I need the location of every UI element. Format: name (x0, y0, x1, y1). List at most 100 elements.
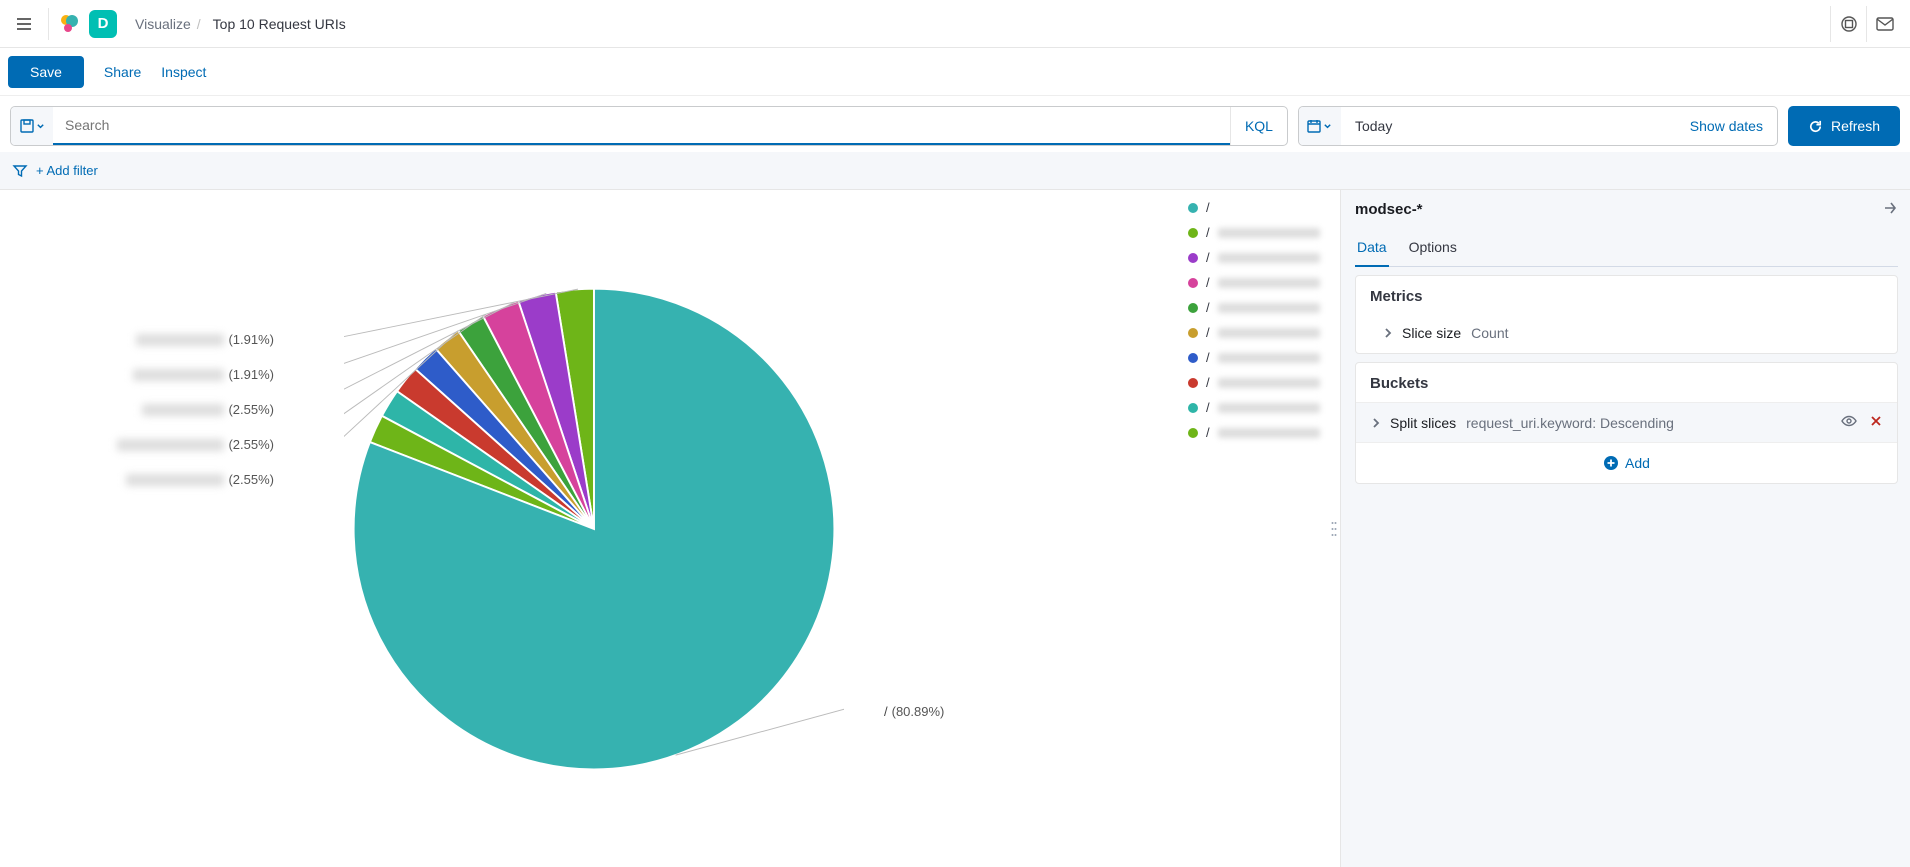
inspect-link[interactable]: Inspect (161, 64, 206, 80)
filter-bar: + Add filter (0, 152, 1910, 190)
metric-row[interactable]: Slice size Count (1356, 315, 1897, 353)
legend-label-redacted (1218, 228, 1320, 238)
legend-item[interactable]: / (1188, 200, 1320, 215)
refresh-button[interactable]: Refresh (1788, 106, 1900, 146)
expand-metric-button[interactable] (1382, 327, 1394, 339)
legend-label-redacted (1218, 253, 1320, 263)
legend-label-prefix: / (1206, 225, 1210, 240)
legend-label-prefix: / (1206, 325, 1210, 340)
main-area: Kifarunix *NIXTIPS & TUTORIALS (1.91%)(1… (0, 190, 1910, 867)
show-dates-link[interactable]: Show dates (1676, 107, 1777, 145)
add-bucket-button[interactable]: Add (1356, 442, 1897, 483)
editor-sidebar: modsec-* Data Options Metrics Slice size… (1340, 190, 1910, 867)
legend-color-dot (1188, 278, 1198, 288)
legend-label-prefix: / (1206, 425, 1210, 440)
chevron-down-icon (36, 122, 45, 131)
chart-legend: / / / / / / / / / / (1188, 190, 1328, 867)
date-range-label[interactable]: Today (1341, 107, 1676, 145)
legend-color-dot (1188, 228, 1198, 238)
legend-color-dot (1188, 203, 1198, 213)
pie-callout-label: (2.55%) (142, 402, 274, 417)
legend-label-redacted (1218, 303, 1320, 313)
saved-queries-button[interactable] (11, 107, 53, 145)
breadcrumb-separator: / (197, 16, 201, 32)
chevron-right-icon (1370, 417, 1382, 429)
elastic-logo[interactable] (57, 12, 81, 36)
legend-item[interactable]: / (1188, 300, 1320, 315)
legend-label-redacted (1218, 428, 1320, 438)
bucket-row[interactable]: Split slices request_uri.keyword: Descen… (1356, 402, 1897, 442)
metric-label: Slice size (1402, 325, 1461, 341)
legend-label-prefix: / (1206, 350, 1210, 365)
legend-label: / (1206, 200, 1210, 215)
app-switcher-button[interactable] (1830, 6, 1866, 42)
menu-toggle-button[interactable] (8, 8, 40, 40)
legend-item[interactable]: / (1188, 350, 1320, 365)
legend-item[interactable]: / (1188, 425, 1320, 440)
index-pattern-label[interactable]: modsec-* (1355, 201, 1423, 218)
eye-icon (1841, 413, 1857, 429)
buckets-title: Buckets (1356, 363, 1897, 402)
breadcrumb: Visualize / Top 10 Request URIs (135, 16, 346, 32)
chevron-down-icon (1323, 122, 1332, 131)
filter-options-button[interactable] (12, 163, 28, 179)
disk-icon (20, 119, 34, 133)
collapse-sidebar-button[interactable] (1882, 200, 1898, 219)
pie-svg (344, 279, 844, 779)
pie-callout-label: /(80.89%) (884, 704, 944, 719)
pie-callout-label: (1.91%) (136, 332, 274, 347)
app-header: D Visualize / Top 10 Request URIs (0, 0, 1910, 48)
legend-item[interactable]: / (1188, 225, 1320, 240)
legend-item[interactable]: / (1188, 275, 1320, 290)
kql-toggle[interactable]: KQL (1230, 107, 1287, 145)
pie-chart: Kifarunix *NIXTIPS & TUTORIALS (1.91%)(1… (0, 190, 1188, 867)
refresh-icon (1808, 119, 1823, 134)
remove-bucket-button[interactable] (1869, 414, 1883, 431)
mail-icon (1876, 17, 1894, 31)
visualization-area: Kifarunix *NIXTIPS & TUTORIALS (1.91%)(1… (0, 190, 1328, 867)
legend-label-redacted (1218, 278, 1320, 288)
plus-circle-icon (1603, 455, 1619, 471)
divider (48, 8, 49, 40)
visualize-toolbar: Save Share Inspect (0, 48, 1910, 96)
grip-icon (1331, 519, 1337, 539)
expand-bucket-button[interactable] (1370, 417, 1382, 429)
refresh-label: Refresh (1831, 118, 1880, 134)
legend-item[interactable]: / (1188, 250, 1320, 265)
space-selector[interactable]: D (89, 10, 117, 38)
legend-color-dot (1188, 328, 1198, 338)
search-container (53, 107, 1230, 145)
legend-item[interactable]: / (1188, 375, 1320, 390)
share-link[interactable]: Share (104, 64, 141, 80)
panel-resizer[interactable] (1328, 190, 1340, 867)
query-bar: KQL Today Show dates Refresh (10, 106, 1900, 146)
legend-label-prefix: / (1206, 275, 1210, 290)
legend-label-redacted (1218, 403, 1320, 413)
legend-label-prefix: / (1206, 300, 1210, 315)
legend-label-prefix: / (1206, 250, 1210, 265)
page-title: Top 10 Request URIs (213, 16, 346, 32)
legend-color-dot (1188, 353, 1198, 363)
legend-color-dot (1188, 428, 1198, 438)
add-filter-link[interactable]: + Add filter (36, 163, 98, 178)
pie-callout-label: (1.91%) (133, 367, 274, 382)
legend-label-prefix: / (1206, 375, 1210, 390)
legend-label-redacted (1218, 353, 1320, 363)
breadcrumb-parent-link[interactable]: Visualize (135, 16, 191, 32)
toggle-bucket-button[interactable] (1841, 413, 1857, 432)
metrics-panel: Metrics Slice size Count (1355, 275, 1898, 354)
hamburger-icon (15, 15, 33, 33)
date-quick-select-button[interactable] (1299, 107, 1341, 145)
legend-item[interactable]: / (1188, 325, 1320, 340)
news-feed-button[interactable] (1866, 6, 1902, 42)
legend-item[interactable]: / (1188, 400, 1320, 415)
tab-options[interactable]: Options (1407, 231, 1459, 266)
save-button[interactable]: Save (8, 56, 84, 88)
pie-callout-label: (2.55%) (117, 437, 274, 452)
metric-value: Count (1471, 325, 1508, 341)
add-bucket-label: Add (1625, 455, 1650, 471)
legend-color-dot (1188, 403, 1198, 413)
legend-color-dot (1188, 378, 1198, 388)
search-input[interactable] (53, 107, 1230, 145)
tab-data[interactable]: Data (1355, 231, 1389, 267)
